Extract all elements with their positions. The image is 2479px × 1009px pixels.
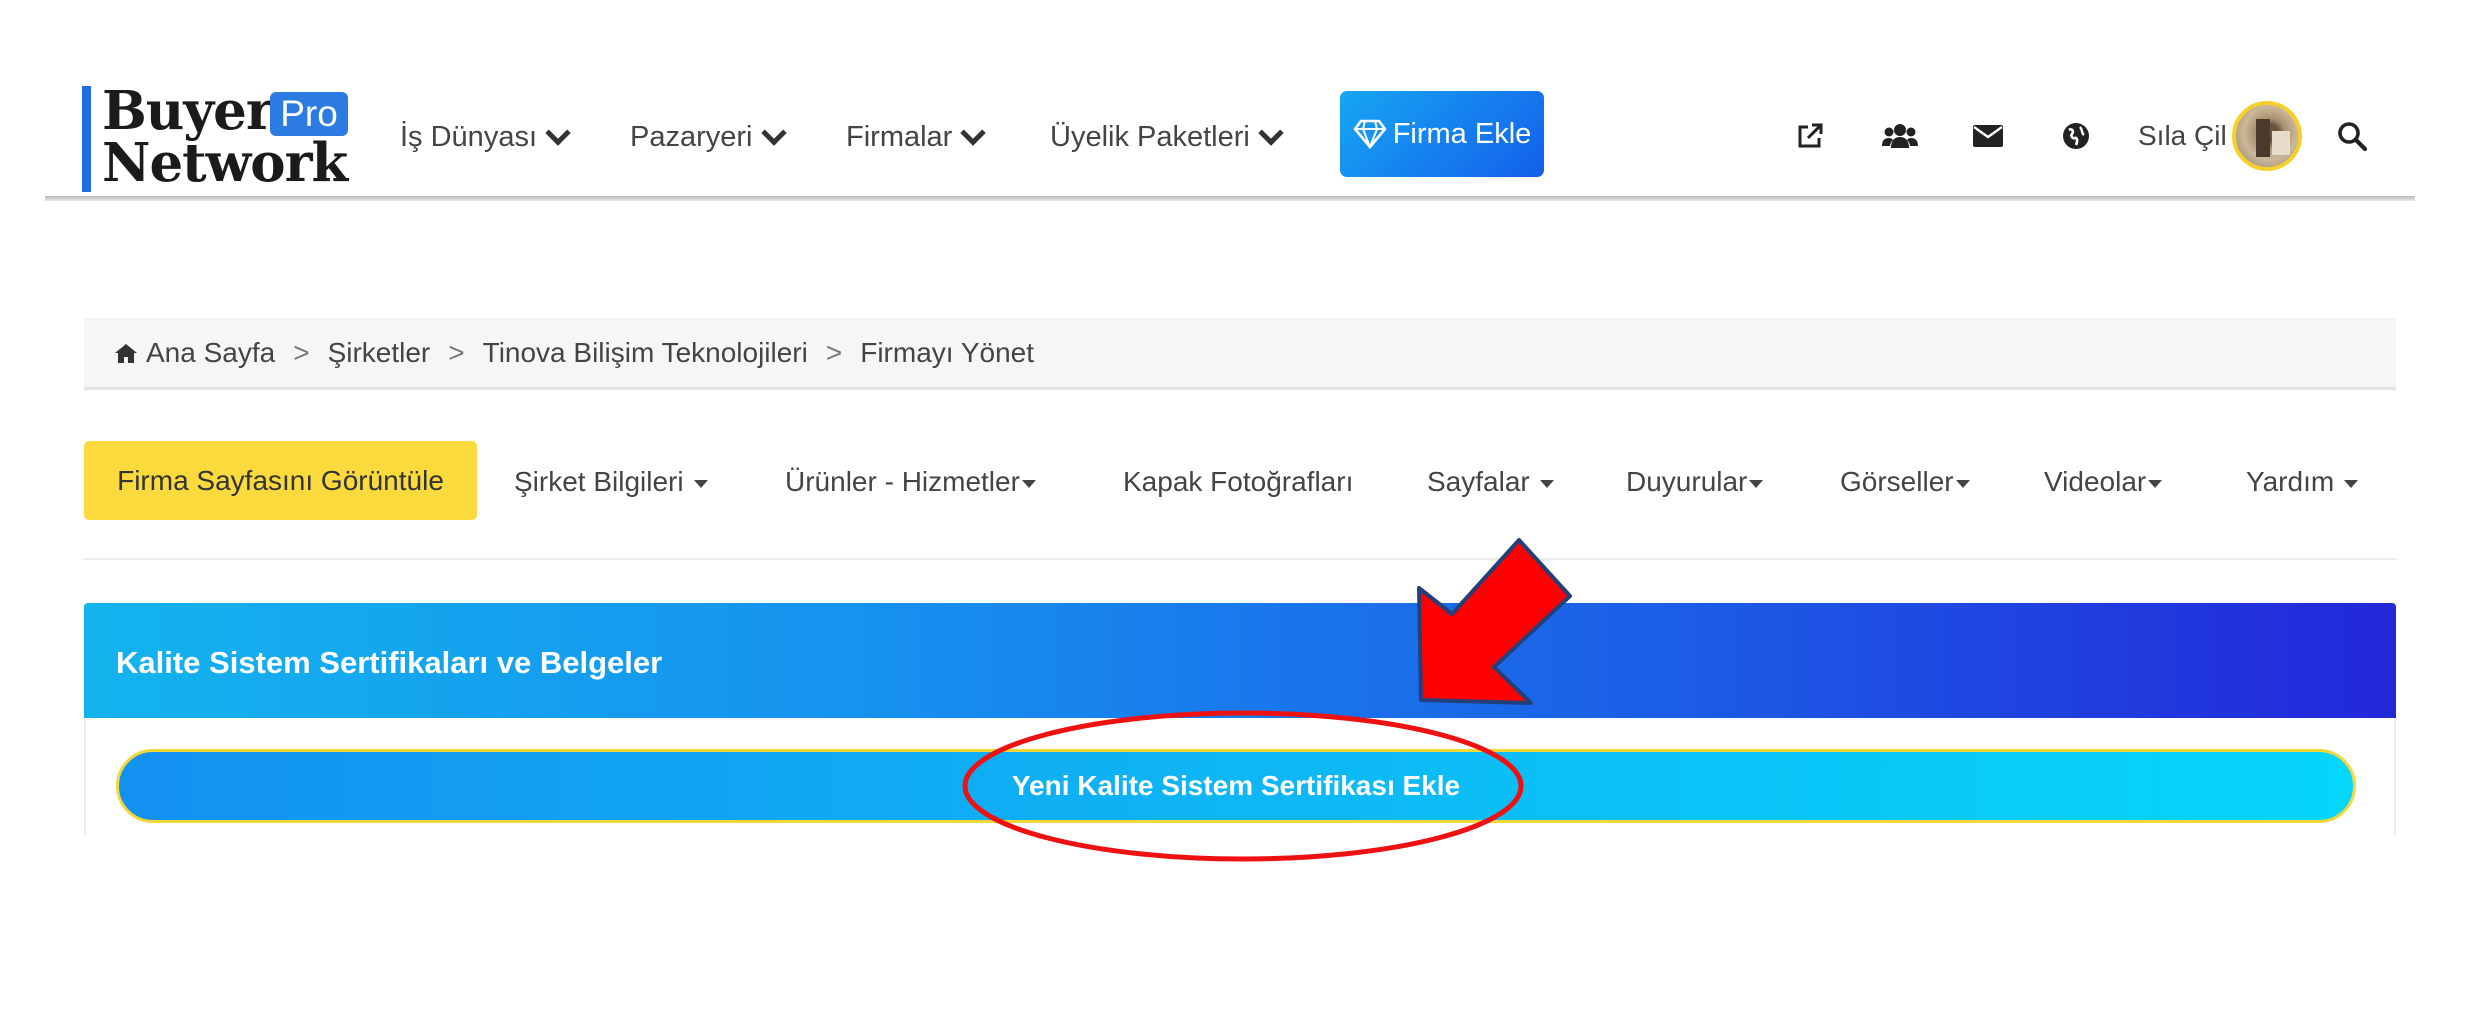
tab-label: Görseller xyxy=(1840,466,1954,497)
tab-label: Videolar xyxy=(2044,466,2147,497)
buyer-network-logo[interactable]: Buyer Network Pro xyxy=(82,83,357,198)
avatar-photo-detail xyxy=(2256,119,2270,157)
breadcrumb-companies[interactable]: Şirketler xyxy=(328,337,431,369)
view-company-page-button[interactable]: Firma Sayfasını Görüntüle xyxy=(84,441,477,520)
caret-down-icon xyxy=(693,479,708,488)
logo-word-network: Network xyxy=(102,132,348,194)
nav-is-dunyasi[interactable]: İş Dünyası xyxy=(400,112,571,162)
caret-down-icon xyxy=(2148,479,2163,488)
add-quality-certificate-label: Yeni Kalite Sistem Sertifikası Ekle xyxy=(1011,770,1461,801)
panel-title: Kalite Sistem Sertifikaları ve Belgeler xyxy=(116,645,663,680)
nav-label: İş Dünyası xyxy=(400,120,537,153)
nav-label: Pazaryeri xyxy=(630,120,753,153)
tab-label: Yardım xyxy=(2246,466,2335,497)
breadcrumb-current: Firmayı Yönet xyxy=(860,336,1034,368)
caret-down-icon xyxy=(1539,479,1554,488)
caret-down-icon xyxy=(1749,479,1764,488)
breadcrumb-company[interactable]: Tinova Bilişim Teknolojileri xyxy=(483,337,808,369)
header-divider xyxy=(45,196,2415,201)
chevron-down-icon xyxy=(960,119,987,146)
caret-down-icon xyxy=(1021,479,1036,488)
home-icon xyxy=(115,343,137,363)
subnav-divider xyxy=(84,558,2396,560)
add-quality-certificate-button[interactable]: Yeni Kalite Sistem Sertifikası Ekle xyxy=(116,749,2356,823)
add-company-label: Firma Ekle xyxy=(1392,117,1532,150)
diamond-icon xyxy=(1353,119,1387,149)
tab-label: Duyurular xyxy=(1626,466,1748,497)
tab-label: Şirket Bilgileri xyxy=(514,466,684,497)
nav-label: Firmalar xyxy=(846,120,953,153)
breadcrumb-home[interactable]: Ana Sayfa xyxy=(146,337,275,369)
envelope-icon[interactable] xyxy=(1970,118,2006,154)
tab-duyurular[interactable]: Duyurular xyxy=(1626,462,1764,502)
caret-down-icon xyxy=(1955,479,1970,488)
tab-kapak-fotograflari[interactable]: Kapak Fotoğrafları xyxy=(1123,462,1353,502)
chevron-down-icon xyxy=(545,119,571,146)
nav-firmalar[interactable]: Firmalar xyxy=(846,112,987,162)
logo-word-buyer: Buyer xyxy=(102,80,274,142)
nav-pazaryeri[interactable]: Pazaryeri xyxy=(630,112,787,162)
logo-bar xyxy=(82,86,91,192)
avatar-photo-detail xyxy=(2272,131,2290,155)
user-avatar[interactable] xyxy=(2232,101,2302,171)
tab-label: Sayfalar xyxy=(1427,466,1530,497)
tab-label: Ürünler - Hizmetler xyxy=(785,466,1020,497)
user-name[interactable]: Sıla Çil xyxy=(2138,116,2227,156)
external-link-icon[interactable] xyxy=(1792,118,1828,154)
caret-down-icon xyxy=(2344,479,2359,488)
nav-label: Üyelik Paketleri xyxy=(1050,120,1250,153)
chevron-down-icon xyxy=(760,119,787,146)
tab-urunler-hizmetler[interactable]: Ürünler - Hizmetler xyxy=(785,462,1036,502)
breadcrumb-separator: > xyxy=(293,336,310,368)
tab-sayfalar[interactable]: Sayfalar xyxy=(1427,462,1554,502)
tab-videolar[interactable]: Videolar xyxy=(2044,462,2163,502)
tab-sirket-bilgileri[interactable]: Şirket Bilgileri xyxy=(514,462,708,502)
breadcrumb: Ana Sayfa > Şirketler > Tinova Bilişim T… xyxy=(84,318,2396,390)
users-icon[interactable] xyxy=(1882,118,1918,154)
breadcrumb-separator: > xyxy=(825,336,843,368)
nav-uyelik-paketleri[interactable]: Üyelik Paketleri xyxy=(1050,112,1284,162)
chevron-down-icon xyxy=(1258,119,1284,146)
logo-pro-badge: Pro xyxy=(270,92,348,136)
breadcrumb-separator: > xyxy=(448,336,465,368)
tab-label: Kapak Fotoğrafları xyxy=(1123,466,1354,497)
tab-gorseller[interactable]: Görseller xyxy=(1840,462,1970,502)
tab-yardim[interactable]: Yardım xyxy=(2246,462,2359,502)
search-icon[interactable] xyxy=(2334,118,2370,154)
globe-icon[interactable] xyxy=(2058,118,2094,154)
add-company-button[interactable]: Firma Ekle xyxy=(1340,91,1544,177)
